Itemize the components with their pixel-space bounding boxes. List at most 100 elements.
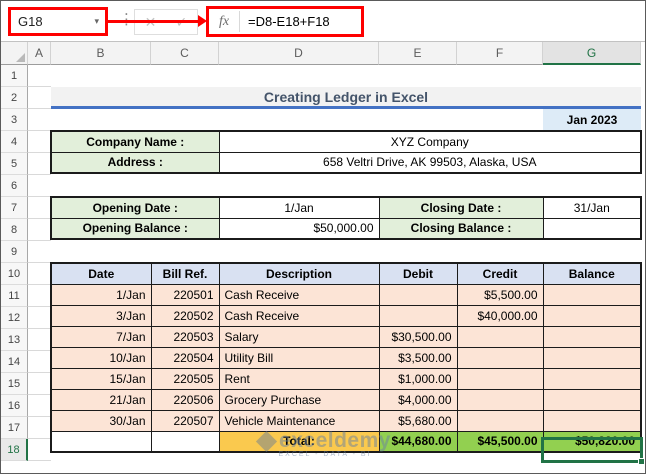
ledger-cell-balance[interactable] [542, 346, 642, 369]
company-name-label-cell[interactable]: Company Name : [50, 130, 220, 153]
ledger-cell-debit[interactable] [378, 304, 458, 327]
row-header[interactable]: 15 [1, 373, 28, 395]
ledger-cell-date[interactable]: 10/Jan [50, 346, 152, 369]
total-label-cell[interactable]: Total: [218, 430, 380, 453]
company-name-value-cell[interactable]: XYZ Company [218, 130, 642, 153]
ledger-cell-date[interactable]: 30/Jan [50, 409, 152, 432]
ledger-cell-credit[interactable] [456, 367, 544, 390]
name-box[interactable]: G18 ▾ [8, 7, 108, 36]
closing-date-value-cell[interactable]: 31/Jan [542, 196, 642, 219]
ledger-header-description[interactable]: Description [218, 262, 380, 285]
ledger-cell-balance[interactable] [542, 304, 642, 327]
ledger-cell-debit[interactable]: $3,500.00 [378, 346, 458, 369]
ledger-cell-debit[interactable]: $4,000.00 [378, 388, 458, 411]
ledger-cell-date[interactable]: 1/Jan [50, 283, 152, 306]
ledger-cell-debit[interactable]: $5,680.00 [378, 409, 458, 432]
ledger-cell-credit[interactable] [456, 388, 544, 411]
row-header-18-selected[interactable]: 18 [1, 439, 28, 461]
ledger-cell-ref[interactable]: 220502 [150, 304, 220, 327]
row-header[interactable]: 1 [1, 65, 28, 87]
column-header-F[interactable]: F [457, 42, 543, 65]
chevron-down-icon[interactable]: ▾ [94, 16, 99, 27]
opening-balance-value-cell[interactable]: $50,000.00 [218, 217, 380, 240]
ledger-cell-desc[interactable]: Rent [218, 367, 380, 390]
row-header[interactable]: 7 [1, 197, 28, 219]
row-header[interactable]: 14 [1, 351, 28, 373]
opening-date-label-cell[interactable]: Opening Date : [50, 196, 220, 219]
opening-date-value-cell[interactable]: 1/Jan [218, 196, 380, 219]
row-header[interactable]: 4 [1, 131, 28, 153]
ledger-cell-desc[interactable]: Vehicle Maintenance [218, 409, 380, 432]
address-label-cell[interactable]: Address : [50, 151, 220, 174]
row-header[interactable]: 16 [1, 395, 28, 417]
column-header-B[interactable]: B [51, 42, 151, 65]
closing-balance-label-cell[interactable]: Closing Balance : [378, 217, 544, 240]
row-header[interactable]: 11 [1, 285, 28, 307]
ledger-cell-credit[interactable] [456, 325, 544, 348]
ledger-header-billref[interactable]: Bill Ref. [150, 262, 220, 285]
ledger-cell-balance[interactable] [542, 367, 642, 390]
ledger-cell-desc[interactable]: Grocery Purchase [218, 388, 380, 411]
ledger-cell-balance[interactable] [542, 283, 642, 306]
closing-balance-value-cell[interactable] [542, 217, 642, 240]
ledger-cell-date[interactable]: 7/Jan [50, 325, 152, 348]
period-cell[interactable]: Jan 2023 [543, 109, 641, 131]
ledger-cell-credit[interactable]: $5,500.00 [456, 283, 544, 306]
ledger-cell-date[interactable]: 3/Jan [50, 304, 152, 327]
row-header[interactable]: 2 [1, 87, 28, 109]
ledger-cell-debit[interactable]: $1,000.00 [378, 367, 458, 390]
ledger-row: 15/Jan 220505 Rent $1,000.00 [50, 367, 642, 390]
opening-balance-label-cell[interactable]: Opening Balance : [50, 217, 220, 240]
ledger-cell-balance[interactable] [542, 409, 642, 432]
column-header-D[interactable]: D [219, 42, 379, 65]
row-header[interactable]: 12 [1, 307, 28, 329]
row-header[interactable]: 17 [1, 417, 28, 439]
formula-input[interactable]: =D8-E18+F18 [248, 14, 330, 29]
ledger-cell-date[interactable]: 15/Jan [50, 367, 152, 390]
empty-cell-b18[interactable] [50, 430, 152, 453]
column-header-G-selected[interactable]: G [543, 42, 641, 65]
ledger-cell-desc[interactable]: Cash Receive [218, 304, 380, 327]
ledger-cell-ref[interactable]: 220504 [150, 346, 220, 369]
ledger-cell-balance[interactable] [542, 325, 642, 348]
column-header-E[interactable]: E [379, 42, 457, 65]
ledger-cell-ref[interactable]: 220503 [150, 325, 220, 348]
address-value-cell[interactable]: 658 Veltri Drive, AK 99503, Alaska, USA [218, 151, 642, 174]
row-header[interactable]: 5 [1, 153, 28, 175]
select-all-button[interactable] [1, 42, 28, 65]
closing-date-label-cell[interactable]: Closing Date : [378, 196, 544, 219]
row-header[interactable]: 9 [1, 241, 28, 263]
ledger-header-balance[interactable]: Balance [542, 262, 642, 285]
ledger-cell-credit[interactable]: $40,000.00 [456, 304, 544, 327]
ledger-cell-debit[interactable]: $30,500.00 [378, 325, 458, 348]
total-credit-cell[interactable]: $45,500.00 [456, 430, 544, 453]
row-header[interactable]: 3 [1, 109, 28, 131]
ledger-cell-ref[interactable]: 220505 [150, 367, 220, 390]
row-header[interactable]: 13 [1, 329, 28, 351]
column-a-gridlines [28, 65, 51, 461]
ledger-cell-desc[interactable]: Salary [218, 325, 380, 348]
ledger-cell-debit[interactable] [378, 283, 458, 306]
ledger-cell-desc[interactable]: Cash Receive [218, 283, 380, 306]
ledger-header-debit[interactable]: Debit [378, 262, 458, 285]
column-header-A[interactable]: A [28, 42, 51, 65]
ledger-cell-date[interactable]: 21/Jan [50, 388, 152, 411]
ledger-cell-desc[interactable]: Utility Bill [218, 346, 380, 369]
ledger-cell-credit[interactable] [456, 409, 544, 432]
ledger-cell-ref[interactable]: 220501 [150, 283, 220, 306]
row-header[interactable]: 8 [1, 219, 28, 241]
ledger-header-credit[interactable]: Credit [456, 262, 544, 285]
empty-cell-c18[interactable] [150, 430, 220, 453]
ledger-cell-ref[interactable]: 220506 [150, 388, 220, 411]
sheet-title-cell[interactable]: Creating Ledger in Excel [51, 87, 641, 109]
fx-icon[interactable]: fx [209, 14, 239, 30]
row-header[interactable]: 6 [1, 175, 28, 197]
total-debit-cell[interactable]: $44,680.00 [378, 430, 458, 453]
row-header[interactable]: 10 [1, 263, 28, 285]
fill-handle[interactable] [638, 458, 645, 465]
ledger-header-date[interactable]: Date [50, 262, 152, 285]
ledger-cell-balance[interactable] [542, 388, 642, 411]
ledger-cell-credit[interactable] [456, 346, 544, 369]
column-header-C[interactable]: C [151, 42, 219, 65]
ledger-cell-ref[interactable]: 220507 [150, 409, 220, 432]
